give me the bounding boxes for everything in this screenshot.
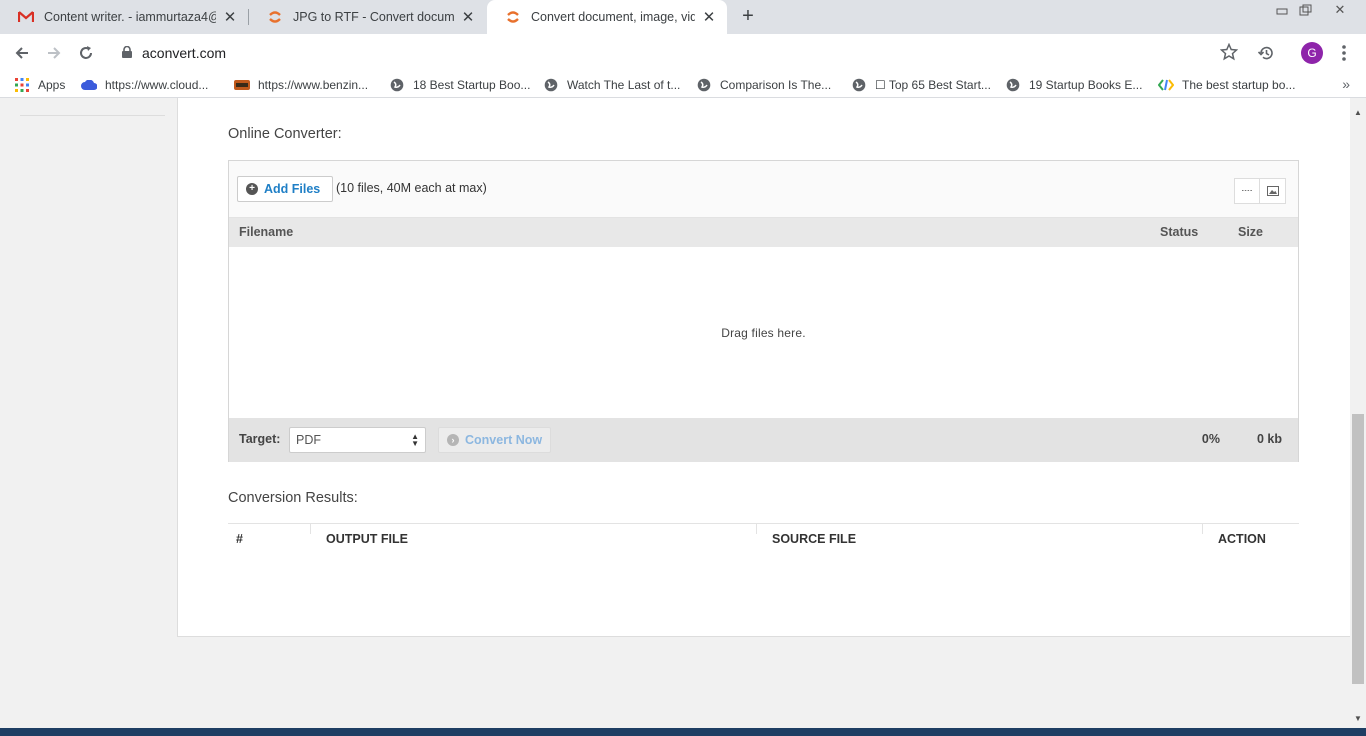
scroll-down-icon[interactable]: ▼ xyxy=(1354,714,1362,723)
sidebar-divider xyxy=(20,115,165,116)
add-files-button[interactable]: + Add Files xyxy=(237,176,334,202)
tab-title: Content writer. - iammurtaza4@gmail.com xyxy=(44,10,216,24)
bookmark-label: 18 Best Startup Boo... xyxy=(413,77,531,92)
file-drop-zone[interactable]: Drag files here. xyxy=(229,247,1298,418)
file-limit-text: (10 files, 40M each at max) xyxy=(336,181,487,195)
aconvert-favicon-icon xyxy=(505,9,521,25)
drop-hint: Drag files here. xyxy=(721,325,806,340)
page-scrollbar[interactable]: ▲ ▼ xyxy=(1350,98,1366,728)
progress-percent: 0% xyxy=(1201,432,1220,446)
aconvert-favicon-icon xyxy=(267,9,283,25)
benzinga-icon xyxy=(234,77,250,93)
bookmark-label: https://www.benzin... xyxy=(258,77,369,92)
file-table-header: Filename Status Size xyxy=(229,218,1298,247)
scrollbar-thumb[interactable] xyxy=(1352,414,1364,684)
close-icon[interactable]: ✕ xyxy=(222,9,238,26)
bookmark-startup-books-1[interactable]: 18 Best Startup Boo... xyxy=(389,75,530,94)
output-file-column-header: OUTPUT FILE xyxy=(326,532,408,546)
url-text: aconvert.com xyxy=(142,45,227,61)
history-icon[interactable] xyxy=(1253,40,1279,66)
tab-title: Convert document, image, video xyxy=(531,10,695,24)
close-icon[interactable]: ✕ xyxy=(460,9,476,26)
os-taskbar xyxy=(0,728,1366,736)
tab-strip: Content writer. - iammurtaza4@gmail.com … xyxy=(0,0,1366,34)
convert-now-button[interactable]: › Convert Now xyxy=(438,427,551,453)
select-arrows-icon: ▲ ▼ xyxy=(411,432,419,448)
column-divider xyxy=(756,524,757,534)
plus-circle-icon: + xyxy=(246,183,258,195)
page-content: Online Converter: + Add Files (10 files,… xyxy=(0,98,1350,728)
globe-icon xyxy=(696,77,712,93)
online-converter-heading: Online Converter: xyxy=(228,126,342,142)
tab-title: JPG to RTF - Convert document online xyxy=(293,10,454,24)
uploader-footer: Target: PDF ▲ ▼ › Convert Now 0% 0 kb xyxy=(229,418,1298,462)
back-icon[interactable] xyxy=(9,40,35,66)
column-divider xyxy=(1202,524,1203,534)
view-toggle xyxy=(1234,178,1286,204)
browser-toolbar: aconvert.com xyxy=(0,34,1366,71)
close-window-icon[interactable]: ✕ xyxy=(1325,0,1355,20)
address-bar[interactable]: aconvert.com xyxy=(110,38,1250,67)
source-file-column-header: SOURCE FILE xyxy=(772,532,857,546)
globe-icon xyxy=(1005,77,1021,93)
bookmarks-bar: Apps https://www.cloud... https://www.be… xyxy=(0,71,1366,98)
globe-icon xyxy=(543,77,559,93)
bookmark-apps[interactable]: Apps xyxy=(14,75,65,94)
restore-icon[interactable] xyxy=(1291,0,1321,20)
bookmark-19-startup[interactable]: 19 Startup Books E... xyxy=(1005,75,1142,94)
globe-icon xyxy=(851,77,867,93)
bookmark-benzinga[interactable]: https://www.benzin... xyxy=(234,75,368,94)
thumbnail-view-icon[interactable] xyxy=(1260,178,1286,204)
menu-kebab-icon[interactable] xyxy=(1331,40,1357,66)
size-column-header: Size xyxy=(1238,225,1264,239)
results-table-header: # OUTPUT FILE SOURCE FILE ACTION xyxy=(228,523,1299,553)
target-format-value: PDF xyxy=(296,433,321,447)
bookmark-top-65[interactable]: ☐ Top 65 Best Start... xyxy=(851,75,991,94)
apps-grid-icon xyxy=(14,77,30,93)
bookmark-best-startup[interactable]: The best startup bo... xyxy=(1158,75,1295,94)
bookmark-comparison[interactable]: Comparison Is The... xyxy=(696,75,831,94)
total-size: 0 kb xyxy=(1256,432,1282,446)
action-column-header: ACTION xyxy=(1218,532,1266,546)
column-divider xyxy=(310,524,311,534)
reload-icon[interactable] xyxy=(73,40,99,66)
filename-column-header: Filename xyxy=(239,225,294,239)
bookmark-label: Comparison Is The... xyxy=(720,77,832,92)
scroll-up-icon[interactable]: ▲ xyxy=(1354,108,1362,117)
bookmark-label: ☐ Top 65 Best Start... xyxy=(875,77,991,92)
number-column-header: # xyxy=(236,532,243,546)
code-brackets-icon xyxy=(1158,77,1174,93)
converter-card: Online Converter: + Add Files (10 files,… xyxy=(177,98,1350,637)
lock-icon xyxy=(122,45,132,61)
bookmark-label: Watch The Last of t... xyxy=(567,77,681,92)
status-column-header: Status xyxy=(1160,225,1199,239)
gmail-icon xyxy=(18,9,34,25)
tab-aconvert[interactable]: Convert document, image, video ✕ xyxy=(487,0,727,34)
bookmark-label: https://www.cloud... xyxy=(105,77,209,92)
tab-jpg-to-rtf[interactable]: JPG to RTF - Convert document online ✕ xyxy=(249,0,486,34)
list-view-icon[interactable] xyxy=(1234,178,1260,204)
bookmark-last-of-us[interactable]: Watch The Last of t... xyxy=(543,75,680,94)
bookmark-label: The best startup bo... xyxy=(1182,77,1296,92)
arrow-right-circle-icon: › xyxy=(447,434,459,446)
conversion-results-heading: Conversion Results: xyxy=(228,490,358,506)
globe-icon xyxy=(389,77,405,93)
close-icon[interactable]: ✕ xyxy=(701,9,717,26)
bookmark-cloud[interactable]: https://www.cloud... xyxy=(81,75,208,94)
file-uploader: + Add Files (10 files, 40M each at max) … xyxy=(228,160,1299,462)
cloud-icon xyxy=(81,77,97,93)
forward-icon[interactable] xyxy=(41,40,67,66)
bookmark-star-icon[interactable] xyxy=(1219,42,1239,64)
target-label: Target: xyxy=(239,432,281,446)
bookmark-label: 19 Startup Books E... xyxy=(1029,77,1143,92)
add-files-label: Add Files xyxy=(264,182,321,196)
uploader-toolbar: + Add Files (10 files, 40M each at max) xyxy=(229,161,1298,218)
target-format-select[interactable]: PDF ▲ ▼ xyxy=(289,427,426,453)
new-tab-icon[interactable]: + xyxy=(737,6,759,28)
profile-avatar[interactable]: G xyxy=(1301,42,1323,64)
more-bookmarks-icon[interactable]: » xyxy=(1342,76,1350,92)
tab-gmail[interactable]: Content writer. - iammurtaza4@gmail.com … xyxy=(0,0,248,34)
bookmark-label: Apps xyxy=(38,77,66,92)
convert-now-label: Convert Now xyxy=(465,433,543,447)
